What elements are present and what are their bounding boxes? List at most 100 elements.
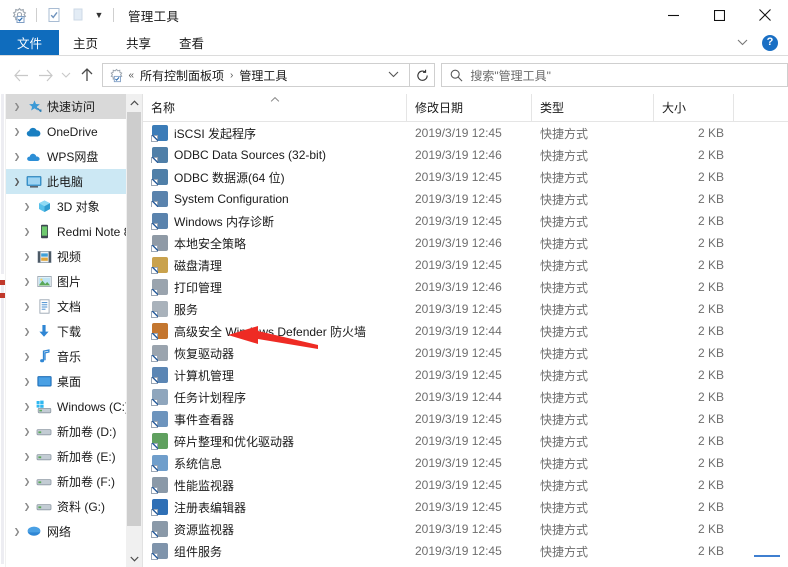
chevron-right-icon[interactable]: ❯: [20, 452, 34, 461]
column-header-date[interactable]: 修改日期: [407, 94, 532, 121]
table-row[interactable]: Windows 内存诊断2019/3/19 12:45快捷方式2 KB: [143, 210, 788, 232]
table-row[interactable]: 磁盘清理2019/3/19 12:45快捷方式2 KB: [143, 254, 788, 276]
file-name-cell[interactable]: 任务计划程序: [143, 389, 407, 406]
chevron-right-icon[interactable]: ❯: [20, 202, 34, 211]
file-name-cell[interactable]: 组件服务: [143, 543, 407, 560]
address-bar[interactable]: « 所有控制面板项 › 管理工具: [102, 63, 409, 87]
sidebar-item-onedrive[interactable]: ❯ OneDrive: [6, 119, 142, 144]
sidebar-item-videos[interactable]: ❯ 视频: [6, 244, 142, 269]
sidebar-item-windows-c[interactable]: ❯ Windows (C:): [6, 394, 142, 419]
file-name-cell[interactable]: 恢复驱动器: [143, 345, 407, 362]
back-button[interactable]: [10, 60, 34, 90]
breadcrumb-dropdown-icon[interactable]: [380, 70, 407, 80]
table-row[interactable]: 计算机管理2019/3/19 12:45快捷方式2 KB: [143, 364, 788, 386]
table-row[interactable]: 任务计划程序2019/3/19 12:44快捷方式2 KB: [143, 386, 788, 408]
sidebar-item-drive-f[interactable]: ❯ 新加卷 (F:): [6, 469, 142, 494]
table-row[interactable]: 打印管理2019/3/19 12:46快捷方式2 KB: [143, 276, 788, 298]
tab-share[interactable]: 共享: [112, 30, 165, 55]
table-row[interactable]: 高级安全 Windows Defender 防火墙2019/3/19 12:44…: [143, 320, 788, 342]
table-row[interactable]: 碎片整理和优化驱动器2019/3/19 12:45快捷方式2 KB: [143, 430, 788, 452]
breadcrumb-overflow[interactable]: «: [125, 70, 137, 81]
recent-locations-caret-icon[interactable]: [57, 60, 75, 90]
chevron-right-icon[interactable]: ❯: [20, 352, 34, 361]
sidebar-item-quick-access[interactable]: ❯ 快速访问: [6, 94, 142, 119]
chevron-right-icon[interactable]: ❯: [10, 527, 24, 536]
chevron-right-icon[interactable]: ❯: [20, 302, 34, 311]
help-icon[interactable]: ?: [762, 35, 778, 51]
file-name-cell[interactable]: 系统信息: [143, 455, 407, 472]
breadcrumb-admin-tools[interactable]: 管理工具: [236, 67, 290, 84]
file-name-cell[interactable]: ODBC Data Sources (32-bit): [143, 147, 407, 163]
column-header-size[interactable]: 大小: [654, 94, 734, 121]
sidebar-item-network[interactable]: ❯ 网络: [6, 519, 142, 544]
table-row[interactable]: 服务2019/3/19 12:45快捷方式2 KB: [143, 298, 788, 320]
table-row[interactable]: System Configuration2019/3/19 12:45快捷方式2…: [143, 188, 788, 210]
scroll-up-arrow-icon[interactable]: [126, 94, 142, 111]
column-header-name[interactable]: 名称: [143, 94, 407, 121]
customize-qat-caret-icon[interactable]: ▼: [91, 4, 107, 26]
navigation-pane[interactable]: ❯ 快速访问 ❯ OneDrive ❯: [6, 94, 142, 567]
file-name-cell[interactable]: 磁盘清理: [143, 257, 407, 274]
chevron-right-icon[interactable]: ❯: [20, 427, 34, 436]
table-row[interactable]: 注册表编辑器2019/3/19 12:45快捷方式2 KB: [143, 496, 788, 518]
sidebar-item-drive-g[interactable]: ❯ 资料 (G:): [6, 494, 142, 519]
table-row[interactable]: ODBC 数据源(64 位)2019/3/19 12:45快捷方式2 KB: [143, 166, 788, 188]
table-row[interactable]: iSCSI 发起程序2019/3/19 12:45快捷方式2 KB: [143, 122, 788, 144]
sidebar-item-music[interactable]: ❯ 音乐: [6, 344, 142, 369]
column-header-type[interactable]: 类型: [532, 94, 654, 121]
table-row[interactable]: 资源监视器2019/3/19 12:45快捷方式2 KB: [143, 518, 788, 540]
file-name-cell[interactable]: 高级安全 Windows Defender 防火墙: [143, 323, 407, 340]
scroll-down-arrow-icon[interactable]: [126, 550, 142, 567]
file-name-cell[interactable]: Windows 内存诊断: [143, 213, 407, 230]
sidebar-scrollbar-thumb[interactable]: [127, 112, 141, 526]
file-name-cell[interactable]: 性能监视器: [143, 477, 407, 494]
chevron-right-icon[interactable]: ❯: [20, 227, 34, 236]
sidebar-item-redmi-note-8[interactable]: ❯ Redmi Note 8: [6, 219, 142, 244]
tab-view[interactable]: 查看: [165, 30, 218, 55]
table-row[interactable]: 性能监视器2019/3/19 12:45快捷方式2 KB: [143, 474, 788, 496]
file-name-cell[interactable]: System Configuration: [143, 191, 407, 207]
sidebar-item-downloads[interactable]: ❯ 下载: [6, 319, 142, 344]
file-name-cell[interactable]: 服务: [143, 301, 407, 318]
sidebar-item-documents[interactable]: ❯ 文档: [6, 294, 142, 319]
chevron-down-icon[interactable]: ❯: [10, 177, 24, 186]
forward-button[interactable]: [33, 60, 57, 90]
chevron-right-icon[interactable]: ❯: [20, 252, 34, 261]
chevron-right-icon[interactable]: ❯: [20, 327, 34, 336]
file-name-cell[interactable]: ODBC 数据源(64 位): [143, 169, 407, 186]
file-name-cell[interactable]: 计算机管理: [143, 367, 407, 384]
sidebar-item-3d-objects[interactable]: ❯ 3D 对象: [6, 194, 142, 219]
breadcrumb-control-panel[interactable]: 所有控制面板项: [137, 67, 227, 84]
properties-icon[interactable]: [43, 4, 65, 26]
table-row[interactable]: 本地安全策略2019/3/19 12:46快捷方式2 KB: [143, 232, 788, 254]
file-name-cell[interactable]: 注册表编辑器: [143, 499, 407, 516]
chevron-right-icon[interactable]: ❯: [20, 502, 34, 511]
close-button[interactable]: [742, 0, 788, 30]
refresh-button[interactable]: [410, 63, 436, 87]
file-name-cell[interactable]: 本地安全策略: [143, 235, 407, 252]
column-header-filler[interactable]: [734, 94, 788, 121]
sidebar-item-desktop[interactable]: ❯ 桌面: [6, 369, 142, 394]
chevron-right-icon[interactable]: ❯: [10, 152, 24, 161]
sidebar-item-drive-e[interactable]: ❯ 新加卷 (E:): [6, 444, 142, 469]
table-row[interactable]: 恢复驱动器2019/3/19 12:45快捷方式2 KB: [143, 342, 788, 364]
breadcrumb-separator[interactable]: ›: [227, 70, 236, 81]
maximize-button[interactable]: [696, 0, 742, 30]
file-name-cell[interactable]: 资源监视器: [143, 521, 407, 538]
chevron-right-icon[interactable]: ❯: [20, 277, 34, 286]
chevron-right-icon[interactable]: ❯: [20, 377, 34, 386]
chevron-down-icon[interactable]: [731, 38, 754, 48]
sidebar-scrollbar[interactable]: [126, 94, 142, 567]
chevron-right-icon[interactable]: ❯: [10, 127, 24, 136]
chevron-right-icon[interactable]: ❯: [20, 477, 34, 486]
chevron-right-icon[interactable]: ❯: [10, 102, 24, 111]
up-button[interactable]: [75, 60, 99, 90]
table-row[interactable]: ODBC Data Sources (32-bit)2019/3/19 12:4…: [143, 144, 788, 166]
sidebar-item-pictures[interactable]: ❯ 图片: [6, 269, 142, 294]
tab-file[interactable]: 文件: [0, 30, 59, 55]
table-row[interactable]: 事件查看器2019/3/19 12:45快捷方式2 KB: [143, 408, 788, 430]
new-folder-icon[interactable]: [67, 4, 89, 26]
file-name-cell[interactable]: iSCSI 发起程序: [143, 125, 407, 142]
file-name-cell[interactable]: 事件查看器: [143, 411, 407, 428]
file-name-cell[interactable]: 碎片整理和优化驱动器: [143, 433, 407, 450]
